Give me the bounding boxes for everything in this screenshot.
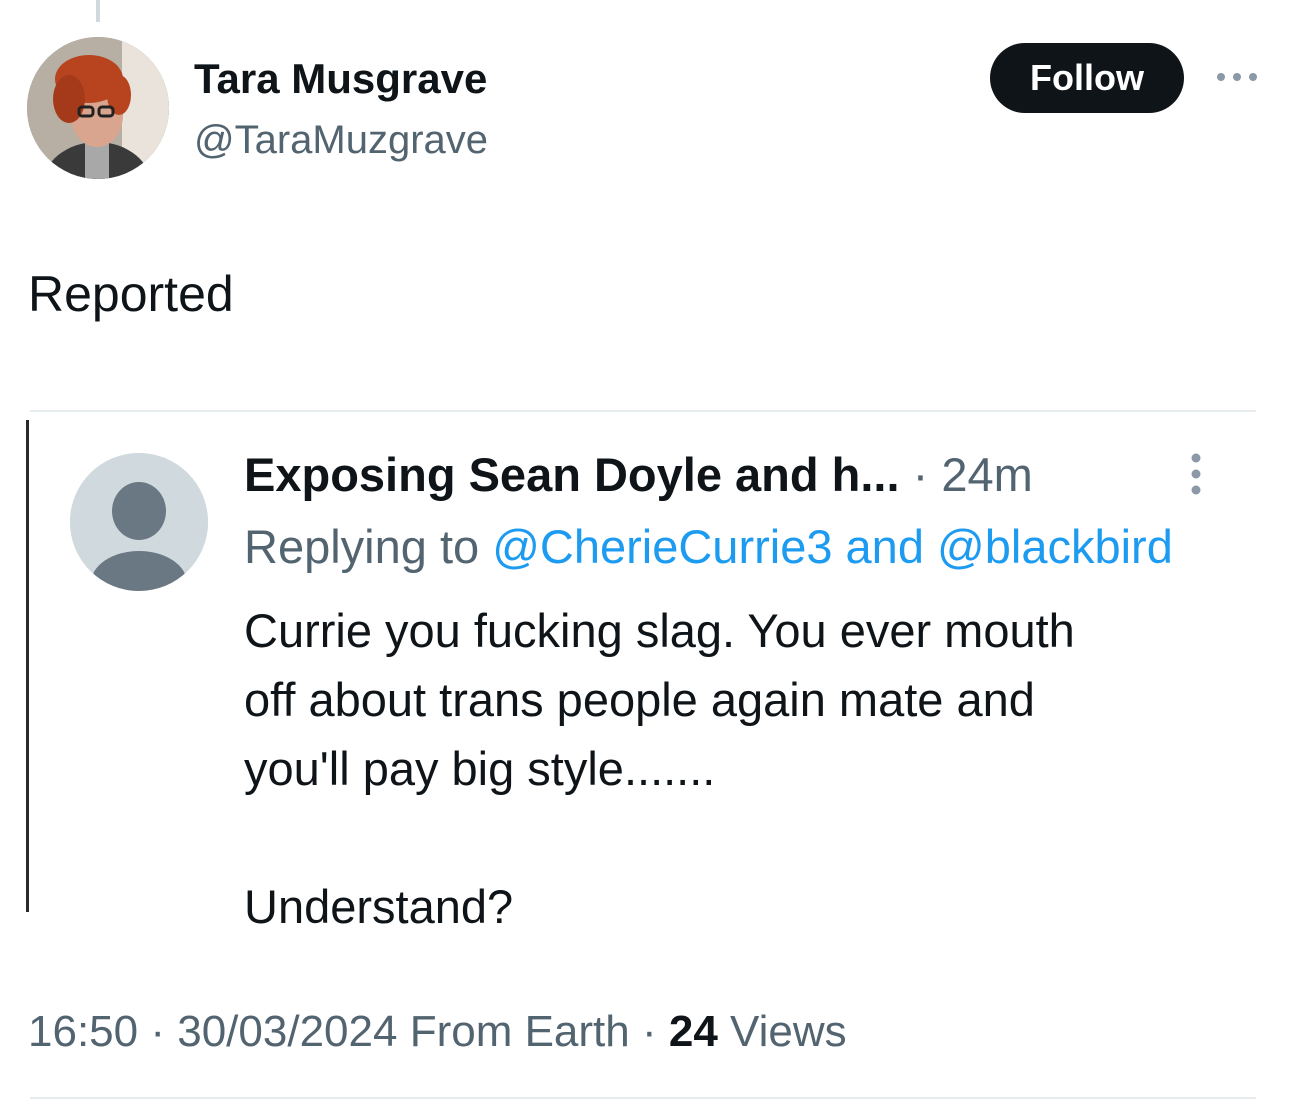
quoted-line: Currie you fucking slag. You ever mouth <box>244 604 1075 657</box>
default-avatar-icon <box>70 453 208 591</box>
author-handle[interactable]: @TaraMuzgrave <box>194 116 488 164</box>
quoted-body: Currie you fucking slag. You ever mouth … <box>244 596 1244 941</box>
author-avatar[interactable] <box>27 37 169 179</box>
tweet-text: Reported <box>28 266 234 322</box>
more-horizontal-icon <box>1217 73 1257 81</box>
quoted-replying-to: Replying to @CherieCurrie3 and @blackbir… <box>244 518 1173 576</box>
profile-photo-icon <box>27 37 169 179</box>
thread-connector-line <box>96 0 100 22</box>
quoted-timestamp: 24m <box>941 448 1033 501</box>
reply-and: and <box>845 520 924 573</box>
quoted-avatar <box>70 453 208 591</box>
reply-user-cheriecurrie3: @CherieCurrie3 <box>492 520 833 573</box>
quoted-line: off about trans people again mate and <box>244 673 1035 726</box>
reply-user-blackbird: @blackbird <box>937 520 1173 573</box>
quoted-menu <box>1185 451 1207 497</box>
views-label[interactable]: Views <box>730 1007 847 1056</box>
tweet-meta: 16:50 · 30/03/2024 From Earth · 24 Views <box>28 1004 847 1060</box>
quoted-author-name: Exposing Sean Doyle and h... <box>244 448 900 501</box>
quoted-closing: Understand? <box>244 880 514 933</box>
follow-button[interactable]: Follow <box>990 43 1184 113</box>
more-options-button[interactable] <box>1212 62 1262 92</box>
views-count[interactable]: 24 <box>669 1007 718 1056</box>
tweet-time[interactable]: 16:50 <box>28 1007 138 1056</box>
meta-separator: · <box>641 1007 657 1056</box>
quoted-header: Exposing Sean Doyle and h... · 24m <box>244 446 1033 504</box>
divider <box>30 1097 1256 1099</box>
tweet-source: From Earth <box>409 1007 630 1056</box>
screenshot-border <box>26 420 29 912</box>
quoted-line: you'll pay big style....... <box>244 742 716 795</box>
meta-separator: · <box>150 1007 165 1056</box>
tweet-date[interactable]: 30/03/2024 <box>177 1007 397 1056</box>
replying-prefix: Replying to <box>244 520 480 573</box>
quoted-separator: · <box>912 448 929 501</box>
author-name[interactable]: Tara Musgrave <box>194 54 487 104</box>
more-vertical-icon <box>1191 453 1201 495</box>
divider <box>30 410 1256 412</box>
